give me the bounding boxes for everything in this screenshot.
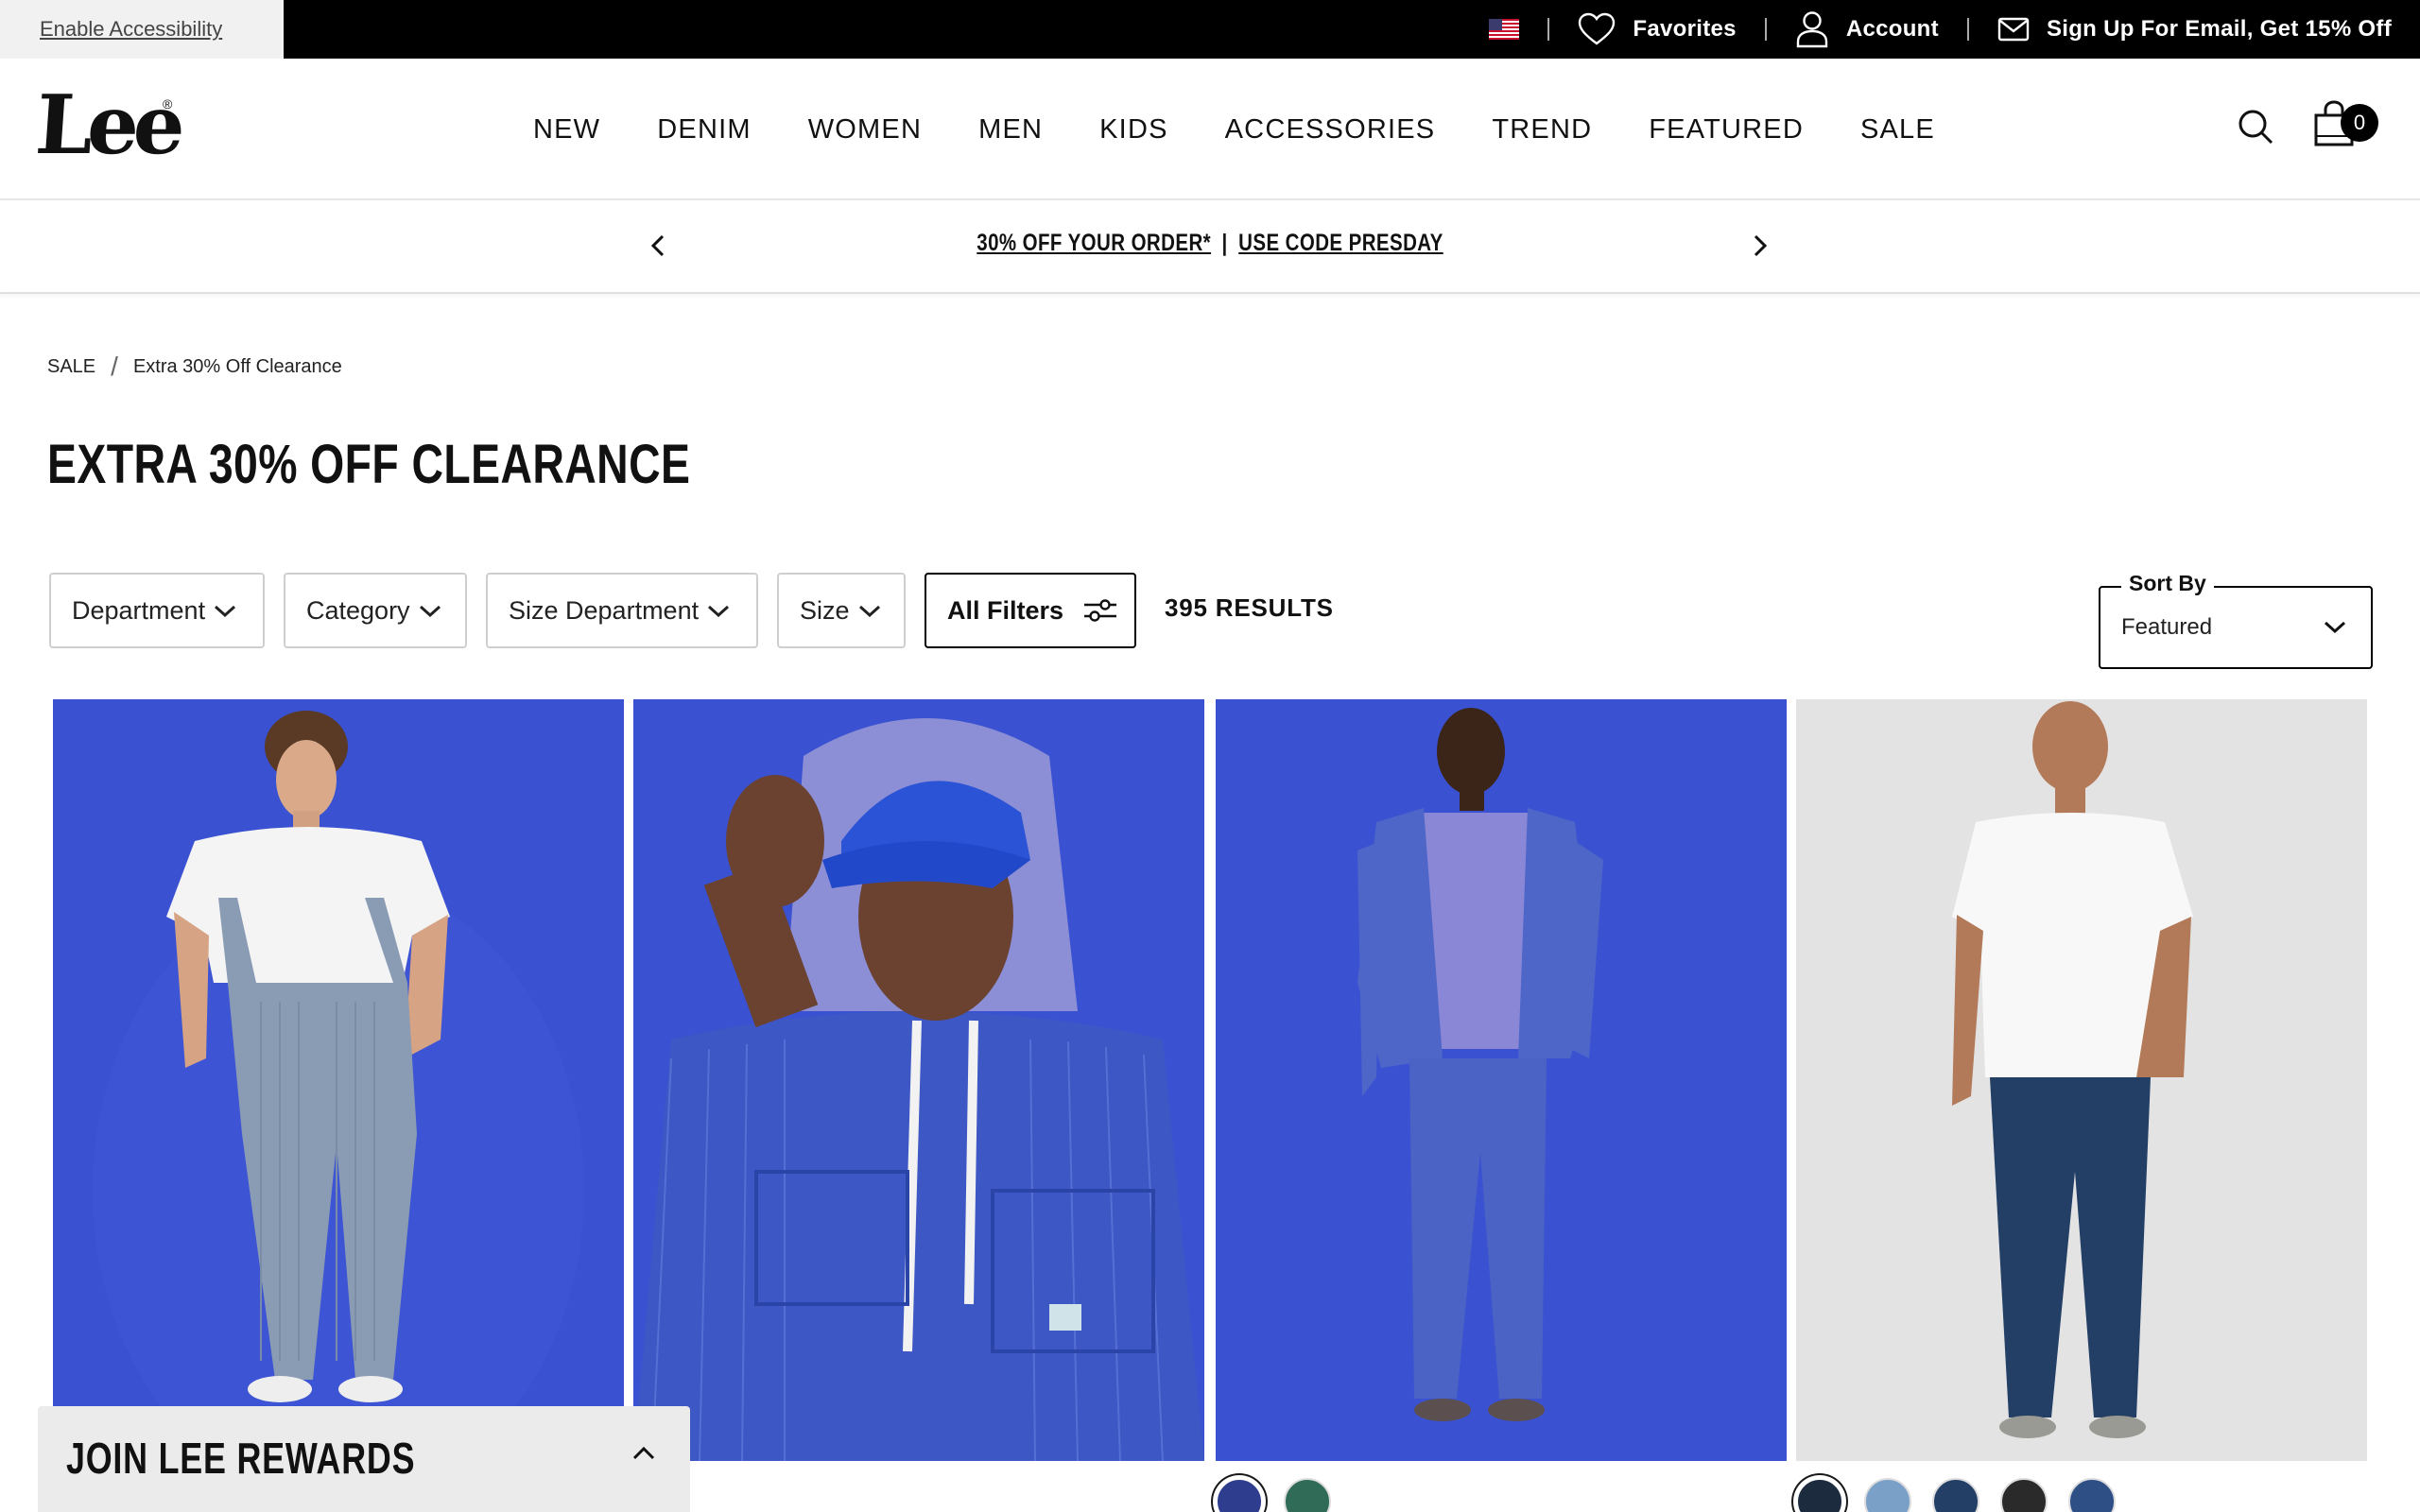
- product-image[interactable]: [53, 699, 624, 1461]
- nav-item-denim[interactable]: DENIM: [657, 114, 751, 146]
- promo-banner: 30% OFF YOUR ORDER* | USE CODE PRESDAY: [0, 201, 2420, 294]
- sort-by-label: Sort By: [2121, 571, 2214, 596]
- email-signup-link[interactable]: Sign Up For Email, Get 15% Off: [1997, 16, 2392, 43]
- color-swatches: [1796, 1478, 2136, 1512]
- enable-accessibility-link[interactable]: Enable Accessibility: [0, 0, 284, 59]
- main-nav: NEW DENIM WOMEN MEN KIDS ACCESSORIES TRE…: [533, 59, 1992, 200]
- nav-item-trend[interactable]: TREND: [1492, 114, 1592, 146]
- nav-item-men[interactable]: MEN: [978, 114, 1043, 146]
- color-swatch[interactable]: [1932, 1478, 1979, 1512]
- nav-item-sale[interactable]: SALE: [1860, 114, 1935, 146]
- promo-separator: |: [1221, 230, 1228, 256]
- product-card[interactable]: [1216, 699, 1787, 1461]
- chevron-down-icon: [215, 605, 236, 618]
- color-swatch[interactable]: [1216, 1478, 1263, 1512]
- department-filter[interactable]: Department: [49, 573, 265, 648]
- favorites-label: Favorites: [1633, 16, 1737, 42]
- product-image[interactable]: [1216, 699, 1787, 1461]
- us-flag-icon[interactable]: [1489, 19, 1520, 40]
- utility-links: Favorites Account Sign Up For Email, Get…: [1489, 0, 2392, 59]
- product-card[interactable]: [53, 699, 624, 1461]
- nav-item-kids[interactable]: KIDS: [1099, 114, 1168, 146]
- size-department-filter-label: Size Department: [509, 595, 700, 625]
- main-header: Lee ® NEW DENIM WOMEN MEN KIDS ACCESSORI…: [0, 59, 2420, 200]
- sort-by-select[interactable]: Sort By Featured: [2099, 571, 2373, 669]
- product-image[interactable]: [1796, 699, 2367, 1461]
- size-department-filter[interactable]: Size Department: [486, 573, 758, 648]
- divider: [1547, 18, 1550, 41]
- account-label: Account: [1845, 16, 1939, 42]
- color-swatch[interactable]: [1796, 1478, 1843, 1512]
- sort-by-value: Featured: [2121, 614, 2213, 640]
- color-swatch[interactable]: [2068, 1478, 2116, 1512]
- nav-item-featured[interactable]: FEATURED: [1649, 114, 1804, 146]
- user-icon: [1796, 11, 1828, 48]
- envelope-icon: [1997, 17, 2030, 42]
- all-filters-button[interactable]: All Filters: [925, 573, 1136, 648]
- page-title: EXTRA 30% OFF CLEARANCE: [47, 434, 691, 495]
- chevron-down-icon: [2324, 621, 2346, 634]
- breadcrumb-separator: /: [111, 352, 118, 381]
- promo-code[interactable]: USE CODE PRESDAY: [1238, 230, 1443, 256]
- color-swatch[interactable]: [1864, 1478, 1911, 1512]
- color-swatches: [1216, 1478, 1352, 1512]
- product-card[interactable]: [1796, 699, 2367, 1461]
- breadcrumb-current: Extra 30% Off Clearance: [132, 355, 342, 377]
- divider: [1764, 18, 1767, 41]
- rewards-title: JOIN LEE REWARDS: [66, 1434, 416, 1483]
- chevron-down-icon: [419, 605, 441, 618]
- promo-message[interactable]: 30% OFF YOUR ORDER* | USE CODE PRESDAY: [217, 230, 2202, 257]
- product-card[interactable]: [633, 699, 1204, 1461]
- nav-item-women[interactable]: WOMEN: [808, 114, 922, 146]
- divider: [1966, 18, 1969, 41]
- enable-accessibility-label[interactable]: Enable Accessibility: [40, 17, 222, 42]
- heart-icon: [1579, 12, 1616, 45]
- color-swatch[interactable]: [1284, 1478, 1331, 1512]
- promo-offer[interactable]: 30% OFF YOUR ORDER*: [977, 230, 1211, 256]
- size-filter-label: Size: [800, 595, 850, 625]
- registered-mark: ®: [163, 96, 173, 112]
- chevron-up-icon[interactable]: [630, 1442, 658, 1465]
- utility-bar: Enable Accessibility Favorites Account S…: [0, 0, 2420, 59]
- email-signup-label: Sign Up For Email, Get 15% Off: [2046, 16, 2392, 42]
- product-image[interactable]: [633, 699, 1204, 1461]
- size-filter[interactable]: Size: [777, 573, 906, 648]
- chevron-down-icon: [708, 605, 730, 618]
- search-icon[interactable]: [2237, 108, 2274, 146]
- chevron-right-icon[interactable]: [1745, 232, 1773, 260]
- sliders-icon: [1084, 599, 1117, 622]
- breadcrumb-sale[interactable]: SALE: [47, 356, 95, 378]
- nav-item-accessories[interactable]: ACCESSORIES: [1225, 114, 1436, 146]
- chevron-down-icon: [858, 605, 880, 618]
- department-filter-label: Department: [72, 595, 206, 625]
- join-rewards-drawer[interactable]: JOIN LEE REWARDS: [38, 1406, 690, 1512]
- breadcrumb: SALE / Extra 30% Off Clearance: [47, 352, 342, 382]
- category-filter-label: Category: [306, 595, 410, 625]
- results-count: 395 RESULTS: [1165, 593, 1334, 622]
- account-link[interactable]: Account: [1795, 10, 1939, 48]
- lee-logo[interactable]: Lee: [33, 77, 183, 173]
- cart-count-badge[interactable]: 0: [2341, 104, 2378, 142]
- all-filters-label: All Filters: [947, 595, 1064, 625]
- category-filter[interactable]: Category: [284, 573, 467, 648]
- nav-item-new[interactable]: NEW: [533, 114, 600, 146]
- color-swatch[interactable]: [2000, 1478, 2048, 1512]
- favorites-link[interactable]: Favorites: [1578, 12, 1737, 46]
